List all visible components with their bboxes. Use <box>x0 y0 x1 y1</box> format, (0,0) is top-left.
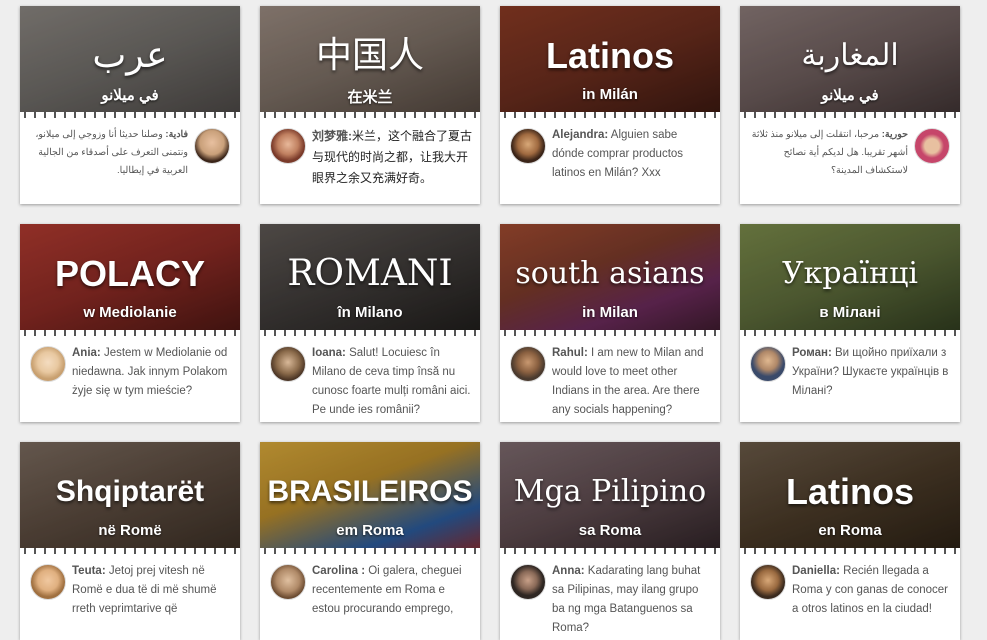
community-card-brazilians[interactable]: BRASILEIROS em Roma Carolina : Oi galera… <box>260 442 480 640</box>
card-title: Українці <box>782 256 918 291</box>
card-title: POLACY <box>54 253 205 294</box>
card-subtitle: în Milano <box>337 304 403 321</box>
community-card-filipinos[interactable]: Mga Pilipino sa Roma Anna: Kadarating la… <box>500 442 720 640</box>
avatar[interactable] <box>30 346 66 382</box>
card-title: BRASILEIROS <box>267 475 473 508</box>
card-banner[interactable]: المغاربة في ميلانو <box>740 6 960 118</box>
card-message: Ania: Jestem w Mediolanie od niedawna. J… <box>72 347 228 397</box>
avatar[interactable] <box>270 128 306 164</box>
author-name: Teuta: <box>72 565 106 577</box>
community-card-chinese[interactable]: 中国人 在米兰 刘梦雅:米兰，这个融合了夏古与现代的时尚之都，让我大开眼界之余又… <box>260 6 480 204</box>
avatar[interactable] <box>270 564 306 600</box>
card-message: Ioana: Salut! Locuiesc în Milano de ceva… <box>312 347 471 416</box>
author-name: حورية: <box>881 129 908 140</box>
card-banner[interactable]: Latinos en Roma <box>740 442 960 554</box>
card-title: south asians <box>515 256 705 291</box>
card-message: Роман: Ви щойно приїхали з України? Шука… <box>792 347 949 397</box>
community-card-latinos-rome[interactable]: Latinos en Roma Daniella: Recién llegada… <box>740 442 960 640</box>
community-card-latinos-milan[interactable]: Latinos in Milán Alejandra: Alguien sabe… <box>500 6 720 204</box>
card-title: 中国人 <box>315 35 424 76</box>
card-banner[interactable]: Latinos in Milán <box>500 6 720 118</box>
card-message: Alejandra: Alguien sabe dónde comprar pr… <box>552 129 684 179</box>
author-name: فادية: <box>165 129 188 140</box>
card-title: عرب <box>92 35 168 76</box>
card-message: Daniella: Recién llegada a Roma y con ga… <box>792 565 948 615</box>
card-banner[interactable]: Українці в Мілані <box>740 224 960 336</box>
card-subtitle: sa Roma <box>578 522 642 539</box>
card-subtitle: 在米兰 <box>347 89 393 106</box>
community-card-south-asians[interactable]: south asians in Milan Rahul: I am new to… <box>500 224 720 422</box>
community-card-albanians[interactable]: Shqiptarët në Romë Teuta: Jetoj prej vit… <box>20 442 240 640</box>
card-banner[interactable]: عرب في ميلانو <box>20 6 240 118</box>
avatar[interactable] <box>510 346 546 382</box>
card-title: ROMANI <box>287 253 453 294</box>
author-name: Ania: <box>72 347 101 359</box>
card-banner[interactable]: Mga Pilipino sa Roma <box>500 442 720 554</box>
card-title: Shqiptarët <box>55 475 205 508</box>
avatar[interactable] <box>750 564 786 600</box>
card-subtitle: في ميلانو <box>821 87 879 104</box>
card-title: المغاربة <box>801 38 899 73</box>
card-message: 刘梦雅:米兰，这个融合了夏古与现代的时尚之都，让我大开眼界之余又充满好奇。 <box>312 129 473 185</box>
author-name: Роман: <box>792 347 832 359</box>
card-message: حورية: مرحبا، انتقلت إلى ميلانو منذ ثلاث… <box>751 129 908 176</box>
avatar[interactable] <box>30 564 66 600</box>
card-banner[interactable]: POLACY w Mediolanie <box>20 224 240 336</box>
card-subtitle: w Mediolanie <box>83 304 177 321</box>
card-banner[interactable]: 中国人 在米兰 <box>260 6 480 118</box>
card-subtitle: в Мілані <box>819 304 881 321</box>
card-banner[interactable]: BRASILEIROS em Roma <box>260 442 480 554</box>
card-subtitle: en Roma <box>818 522 882 539</box>
avatar[interactable] <box>914 128 950 164</box>
author-name: Carolina : <box>312 565 366 577</box>
author-name: Rahul: <box>552 347 588 359</box>
community-card-ukrainians[interactable]: Українці в Мілані Роман: Ви щойно приїха… <box>740 224 960 422</box>
card-message: Teuta: Jetoj prej vitesh në Romë e dua t… <box>72 565 217 615</box>
avatar[interactable] <box>750 346 786 382</box>
card-banner[interactable]: Shqiptarët në Romë <box>20 442 240 554</box>
author-name: Ioana: <box>312 347 346 359</box>
card-subtitle: em Roma <box>336 522 404 539</box>
card-message: فادية: وصلنا حديثا أنا وزوجي إلى ميلانو،… <box>35 129 188 176</box>
card-title: Latinos <box>545 35 674 76</box>
community-card-poles[interactable]: POLACY w Mediolanie Ania: Jestem w Medio… <box>20 224 240 422</box>
avatar[interactable] <box>270 346 306 382</box>
card-title: Latinos <box>785 471 914 512</box>
card-message: Rahul: I am new to Milan and would love … <box>552 347 704 416</box>
author-name: 刘梦雅: <box>312 129 352 143</box>
community-card-moroccans[interactable]: المغاربة في ميلانو حورية: مرحبا، انتقلت … <box>740 6 960 204</box>
card-message: Carolina : Oi galera, cheguei recentemen… <box>312 565 462 615</box>
card-title: Mga Pilipino <box>513 474 707 509</box>
author-name: Alejandra: <box>552 129 609 141</box>
avatar[interactable] <box>510 128 546 164</box>
card-banner[interactable]: ROMANI în Milano <box>260 224 480 336</box>
card-subtitle: في ميلانو <box>101 87 159 104</box>
avatar[interactable] <box>194 128 230 164</box>
community-card-romanians[interactable]: ROMANI în Milano Ioana: Salut! Locuiesc … <box>260 224 480 422</box>
card-subtitle: në Romë <box>98 522 162 539</box>
author-name: Anna: <box>552 565 585 577</box>
avatar[interactable] <box>510 564 546 600</box>
card-subtitle: in Milan <box>582 304 638 321</box>
card-subtitle: in Milán <box>582 86 638 103</box>
card-banner[interactable]: south asians in Milan <box>500 224 720 336</box>
card-message: Anna: Kadarating lang buhat sa Pilipinas… <box>552 565 701 634</box>
author-name: Daniella: <box>792 565 840 577</box>
community-card-arabs[interactable]: عرب في ميلانو فادية: وصلنا حديثا أنا وزو… <box>20 6 240 204</box>
